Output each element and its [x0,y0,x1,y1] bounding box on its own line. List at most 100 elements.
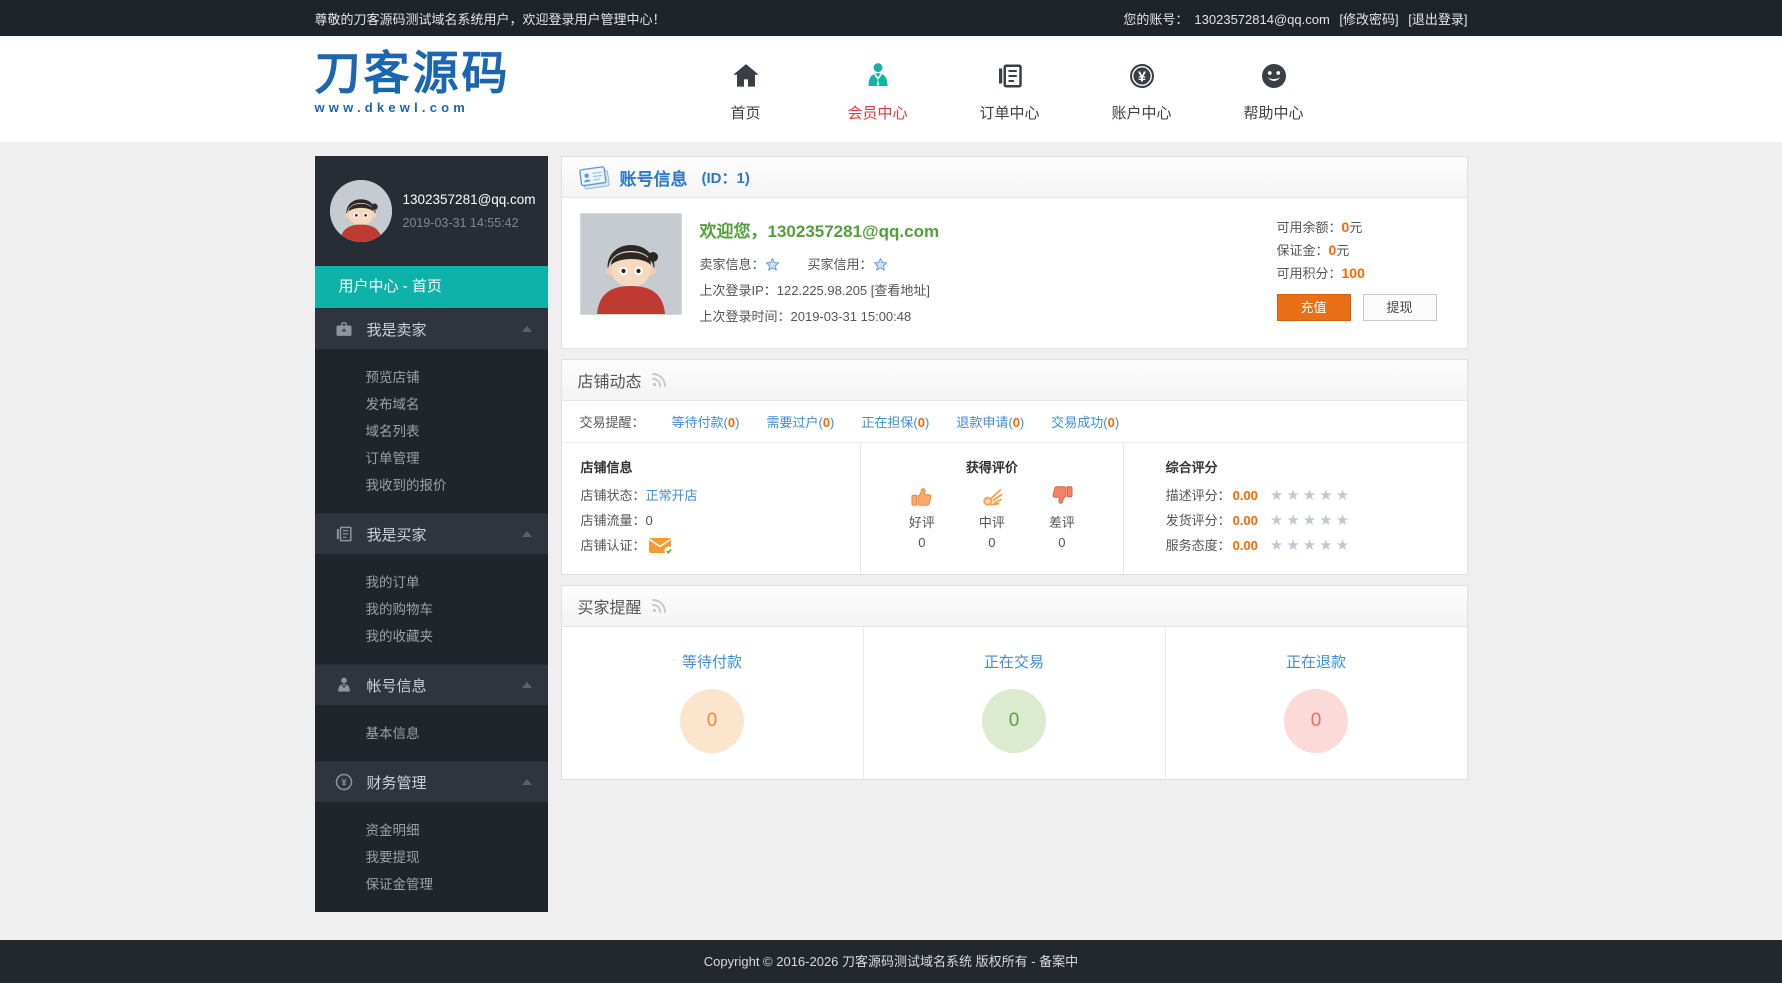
ratings-title: 获得评价 [861,457,1122,476]
sidebar-buyer-items: 我的订单 我的购物车 我的收藏夹 [315,554,548,664]
score-label: 描述评分： [1166,483,1231,508]
reminder-in-escrow[interactable]: 正在担保(0) [861,412,929,431]
last-ip-value: 122.225.98.205 [777,283,867,298]
sidebar-section-header-buyer[interactable]: 我是买家 [315,513,548,554]
nav-order-center[interactable]: 订单中心 [944,36,1076,123]
points-row: 可用积分：100 [1277,262,1449,285]
sidebar-section-account: 帐号信息 基本信息 [315,664,548,761]
sidebar-banner-user-center-home[interactable]: 用户中心 - 首页 [315,266,548,308]
main-nav: 首页 会员中心 订单中心 ¥ 账户中心 [680,36,1340,123]
sidebar-item-basic-info[interactable]: 基本信息 [315,720,548,747]
reminder-count: 0 [1013,415,1020,430]
rating-count: 0 [902,535,942,550]
profile-login-time: 2019-03-31 14:55:42 [403,216,536,230]
welcome-text: 欢迎您，1302357281@qq.com [700,217,940,242]
sidebar-section-header-finance[interactable]: ¥ 财务管理 [315,761,548,802]
reminder-count: 0 [823,415,830,430]
view-address-link[interactable]: [查看地址] [871,283,930,298]
shop-info-column: 店铺信息 店铺状态：正常开店 店铺流量：0 店铺认证： [562,443,861,574]
reminder-refund-request[interactable]: 退款申请(0) [956,412,1024,431]
nav-label: 帮助中心 [1208,102,1340,123]
sidebar: 1302357281@qq.com 2019-03-31 14:55:42 用户… [315,156,548,912]
yuan-suffix: 元 [1336,243,1349,258]
trading-count-badge[interactable]: 0 [982,689,1046,753]
sidebar-item-my-cart[interactable]: 我的购物车 [315,596,548,623]
sidebar-section-header-seller[interactable]: 我是卖家 [315,308,548,349]
shop-status-link[interactable]: 正常开店 [646,483,698,508]
sidebar-item-received-offers[interactable]: 我收到的报价 [315,472,548,499]
topbar-welcome-text: 尊敬的刀客源码测试域名系统用户，欢迎登录用户管理中心！ [315,9,666,28]
buyer-refunding-link[interactable]: 正在退款 [1166,651,1467,672]
logo-title: 刀客源码 [315,48,511,99]
sidebar-item-preview-shop[interactable]: 预览店铺 [315,364,548,391]
last-ip-label: 上次登录IP： [700,283,777,298]
score-shipping-row: 发货评分：0.00★★★★★ [1166,508,1467,533]
reminder-label: 交易成功 [1051,415,1103,430]
nav-member-center[interactable]: 会员中心 [812,36,944,123]
thumb-up-icon [902,483,942,509]
refunding-count-badge[interactable]: 0 [1284,689,1348,753]
chevron-up-icon [522,531,532,537]
withdraw-button[interactable]: 提现 [1363,294,1437,321]
rating-good: 好评 0 [902,483,942,550]
site-logo[interactable]: 刀客源码 www.dkewl.com [315,48,511,115]
paren: ) [830,415,834,430]
cert-envelope-icon[interactable] [648,536,674,556]
sidebar-seller-items: 预览店铺 发布域名 域名列表 订单管理 我收到的报价 [315,349,548,513]
buyer-waiting-payment-link[interactable]: 等待付款 [562,651,863,672]
change-password-link[interactable]: [修改密码] [1339,12,1398,27]
sidebar-profile: 1302357281@qq.com 2019-03-31 14:55:42 [315,156,548,266]
trade-reminder-row: 交易提醒： 等待付款(0) 需要过户(0) 正在担保(0) 退款申请(0) 交易… [562,401,1467,443]
ratings-column: 获得评价 好评 0 [860,443,1122,574]
thumb-down-icon [1042,483,1082,509]
buyer-credit-label: 买家信用： [808,257,873,272]
last-time-value: 2019-03-31 15:00:48 [791,309,912,324]
ok-hand-icon [972,483,1012,509]
buyer-refunding-column: 正在退款 0 [1165,627,1467,779]
shop-status-row: 店铺状态：正常开店 [581,483,861,508]
score-label: 服务态度： [1166,533,1231,558]
sidebar-item-publish-domain[interactable]: 发布域名 [315,391,548,418]
panel-title: 店铺动态 [578,368,642,392]
chevron-up-icon [522,682,532,688]
nav-home[interactable]: 首页 [680,36,812,123]
sidebar-item-order-manage[interactable]: 订单管理 [315,445,548,472]
svg-text:¥: ¥ [341,778,346,788]
sidebar-item-my-favorites[interactable]: 我的收藏夹 [315,623,548,650]
sidebar-section-header-account[interactable]: 帐号信息 [315,664,548,705]
rating-label: 中评 [972,512,1012,531]
sidebar-item-domain-list[interactable]: 域名列表 [315,418,548,445]
paren: ) [1020,415,1024,430]
buyer-reminder-panel: 买家提醒 等待付款 0 正在交易 0 正在退款 [561,585,1468,780]
waiting-payment-count-badge[interactable]: 0 [680,689,744,753]
star-rating-icons: ★★★★★ [1270,533,1352,558]
balance-block: 可用余额：0元 保证金：0元 可用积分：100 充值 提现 [1277,213,1449,330]
buyer-trading-link[interactable]: 正在交易 [864,651,1165,672]
balance-label: 可用余额： [1277,220,1342,235]
nav-label: 订单中心 [944,102,1076,123]
trade-reminder-label: 交易提醒： [580,412,645,431]
reminder-waiting-payment[interactable]: 等待付款(0) [672,412,740,431]
sidebar-item-fund-details[interactable]: 资金明细 [315,817,548,844]
coin-icon: ¥ [334,772,354,792]
star-rating-icons: ★★★★★ [1270,508,1352,533]
yen-circle-icon: ¥ [1127,78,1157,95]
sidebar-item-my-orders[interactable]: 我的订单 [315,569,548,596]
seller-star-icon [765,257,780,272]
rating-bad: 差评 0 [1042,483,1082,550]
account-info-panel: 账号信息 (ID：1) 欢迎您，1302357281@qq.com 卖家信息：买… [561,156,1468,349]
reminder-trade-success[interactable]: 交易成功(0) [1051,412,1119,431]
shop-panel-header: 店铺动态 [562,360,1467,401]
home-icon [731,78,761,95]
recharge-button[interactable]: 充值 [1277,294,1351,321]
sidebar-item-deposit-manage[interactable]: 保证金管理 [315,871,548,898]
main-area: 1302357281@qq.com 2019-03-31 14:55:42 用户… [0,142,1782,940]
reminder-need-transfer[interactable]: 需要过户(0) [766,412,834,431]
topbar-account-area: 您的账号：13023572814@qq.com [修改密码] [退出登录] [1117,9,1467,28]
panel-title: 买家提醒 [578,594,642,618]
sidebar-item-withdraw[interactable]: 我要提现 [315,844,548,871]
nav-account-center[interactable]: ¥ 账户中心 [1076,36,1208,123]
id-card-icon [576,161,611,192]
nav-help-center[interactable]: 帮助中心 [1208,36,1340,123]
logout-link[interactable]: [退出登录] [1408,12,1467,27]
